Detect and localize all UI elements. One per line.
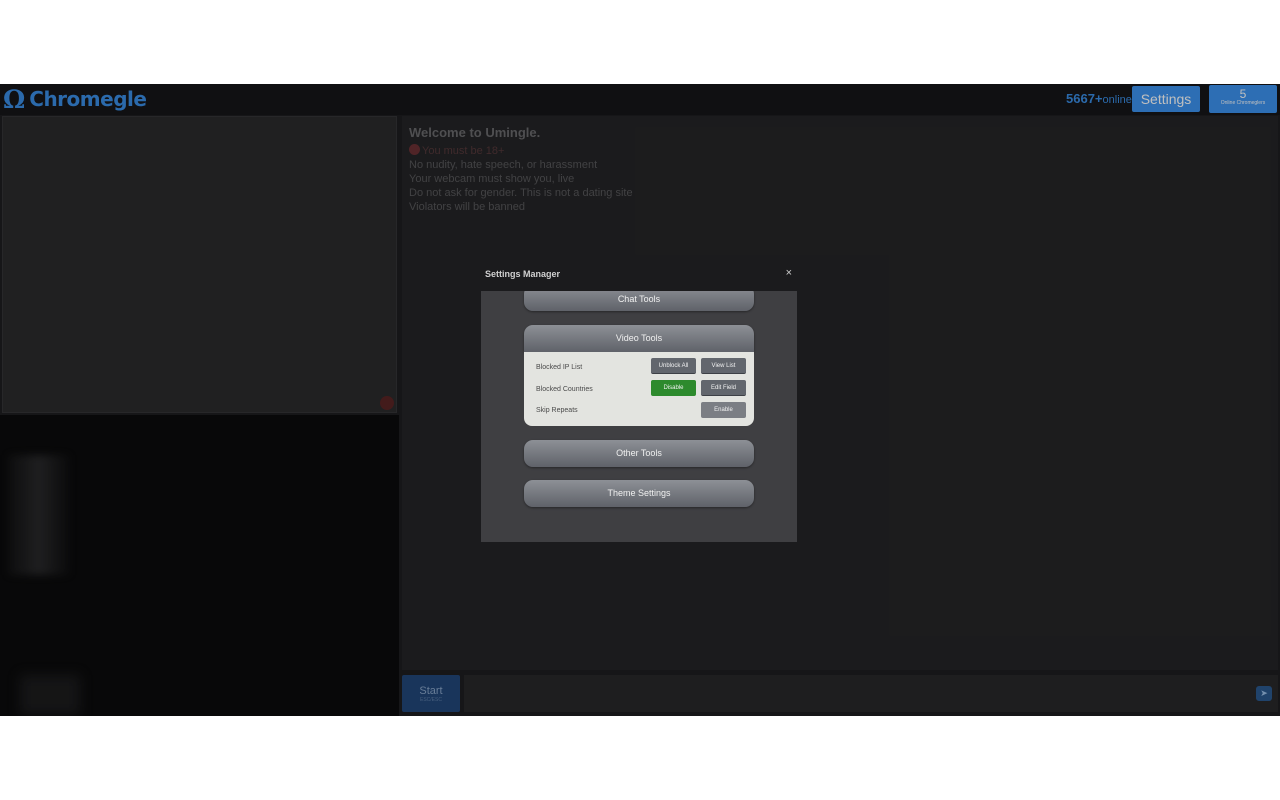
view-list-button[interactable]: View List [701, 358, 746, 374]
modal-header: Settings Manager × [481, 258, 797, 291]
video-tools-panel: Blocked IP List Unblock All View List Bl… [524, 352, 754, 426]
video-tools-section[interactable]: Video Tools [524, 325, 754, 352]
enable-button[interactable]: Enable [701, 402, 746, 418]
unblock-all-button[interactable]: Unblock All [651, 358, 696, 374]
edit-field-button[interactable]: Edit Field [701, 380, 746, 396]
settings-manager-modal: Settings Manager × Chat Tools Video Tool… [481, 258, 797, 542]
disable-button[interactable]: Disable [651, 380, 696, 396]
modal-body[interactable]: Chat Tools Video Tools Blocked IP List U… [481, 291, 797, 542]
close-icon[interactable]: × [786, 267, 792, 279]
modal-title: Settings Manager [485, 269, 561, 279]
theme-settings-section[interactable]: Theme Settings [524, 480, 754, 507]
blocked-countries-label: Blocked Countries [536, 386, 593, 393]
chat-tools-section[interactable]: Chat Tools [524, 291, 754, 311]
other-tools-section[interactable]: Other Tools [524, 440, 754, 467]
blocked-ip-label: Blocked IP List [536, 364, 583, 371]
skip-repeats-label: Skip Repeats [536, 407, 578, 414]
